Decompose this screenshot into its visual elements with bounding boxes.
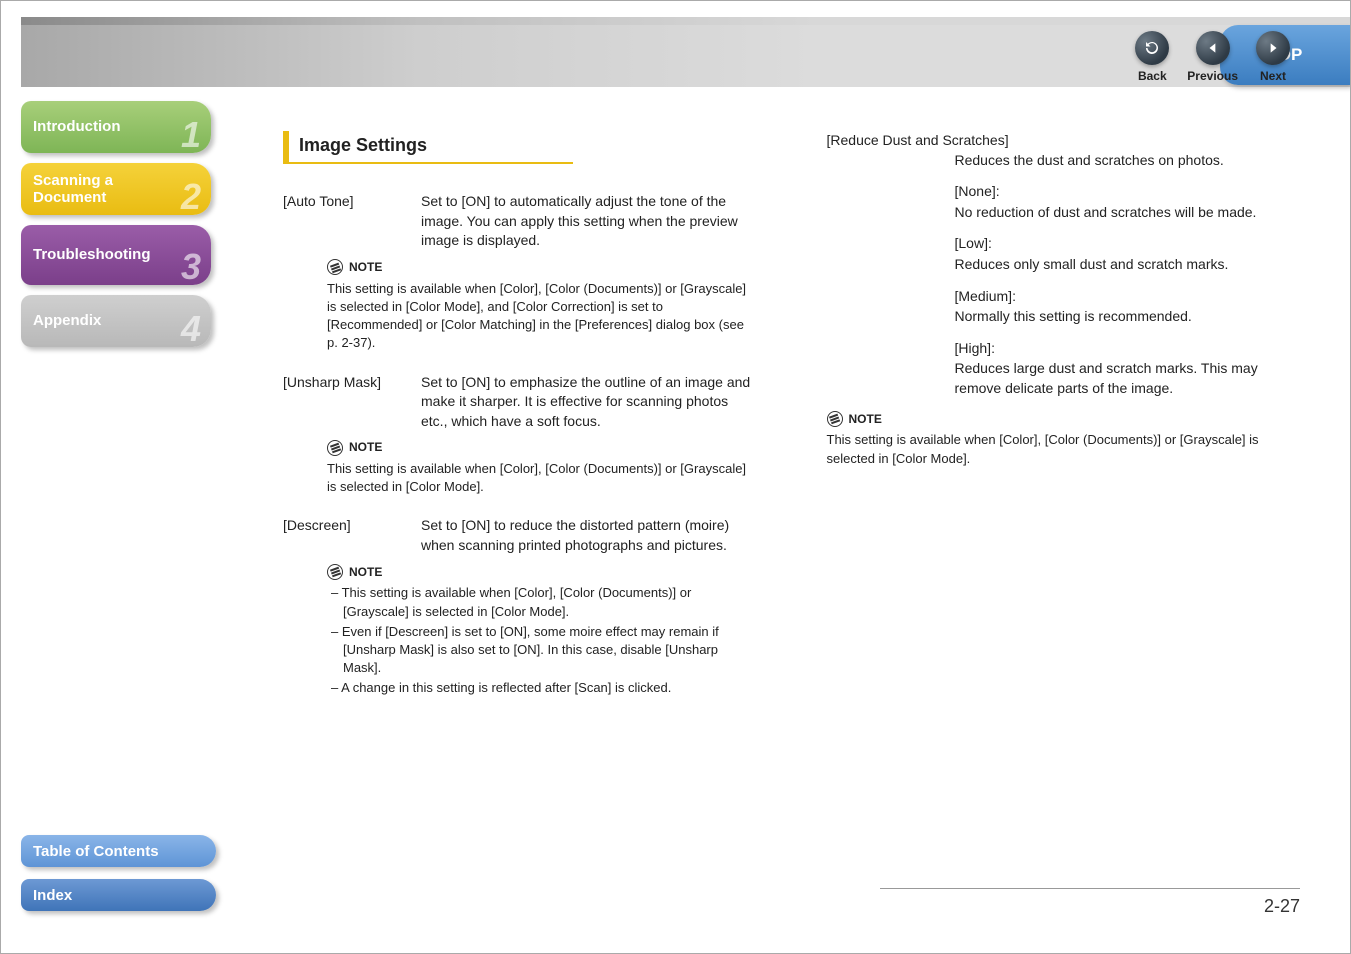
setting-auto-tone: [Auto Tone] Set to [ON] to automatically… (283, 192, 757, 251)
note-body: This setting is available when [Color], … (327, 280, 757, 353)
note-item: Even if [Descreen] is set to [ON], some … (331, 623, 757, 678)
setting-term: [Reduce Dust and Scratches] (827, 131, 1009, 151)
note-label: NOTE (349, 564, 382, 581)
next-button[interactable]: Next (1256, 31, 1290, 83)
bottom-links: Table of Contents Index (21, 835, 221, 923)
next-label: Next (1260, 69, 1286, 83)
note-item: A change in this setting is reflected af… (331, 679, 757, 697)
note-unsharp-mask: NOTE This setting is available when [Col… (327, 439, 757, 496)
setting-desc: Set to [ON] to emphasize the outline of … (421, 373, 757, 432)
sidebar-item-scanning[interactable]: Scanning a Document 2 (21, 163, 211, 215)
sidebar-item-label: Appendix (33, 312, 199, 329)
option-label: [None]: (955, 182, 1301, 202)
note-body: This setting is available when [Color], … (327, 460, 757, 496)
option-desc: Normally this setting is recommended. (955, 307, 1301, 327)
sidebar-item-troubleshooting[interactable]: Troubleshooting 3 (21, 225, 211, 285)
note-label: NOTE (849, 411, 882, 428)
index-label: Index (33, 887, 72, 904)
sidebar: Introduction 1 Scanning a Document 2 Tro… (21, 101, 221, 357)
note-icon (327, 564, 343, 580)
setting-desc: Reduces the dust and scratches on photos… (955, 151, 1301, 171)
option-none: [None]: No reduction of dust and scratch… (955, 182, 1301, 222)
note-list: This setting is available when [Color], … (327, 584, 757, 697)
note-heading: NOTE (827, 411, 1301, 428)
note-icon (327, 440, 343, 456)
option-label: [Low]: (955, 234, 1301, 254)
option-high: [High]: Reduces large dust and scratch m… (955, 339, 1301, 399)
next-icon (1256, 31, 1290, 65)
back-button[interactable]: Back (1135, 31, 1169, 83)
previous-icon (1196, 31, 1230, 65)
note-auto-tone: NOTE This setting is available when [Col… (327, 259, 757, 353)
option-medium: [Medium]: Normally this setting is recom… (955, 287, 1301, 327)
column-right: [Reduce Dust and Scratches] Reduces the … (827, 131, 1301, 883)
option-low: [Low]: Reduces only small dust and scrat… (955, 234, 1301, 274)
sidebar-item-number: 1 (181, 114, 201, 155)
note-body: This setting is available when [Color], … (827, 431, 1301, 467)
sidebar-item-label: Scanning a Document (33, 172, 199, 207)
note-heading: NOTE (327, 564, 757, 581)
sidebar-item-label: Troubleshooting (33, 246, 199, 263)
sidebar-item-number: 2 (181, 176, 201, 217)
back-icon (1135, 31, 1169, 65)
page-number-rule (880, 888, 1300, 889)
sidebar-item-number: 4 (181, 308, 201, 349)
column-left: Image Settings [Auto Tone] Set to [ON] t… (283, 131, 757, 883)
setting-term: [Auto Tone] (283, 192, 411, 251)
sidebar-item-introduction[interactable]: Introduction 1 (21, 101, 211, 153)
sidebar-item-number: 3 (181, 246, 201, 287)
option-label: [Medium]: (955, 287, 1301, 307)
option-desc: No reduction of dust and scratches will … (955, 203, 1301, 223)
top-nav: Back Previous Next (1135, 31, 1290, 83)
previous-button[interactable]: Previous (1187, 31, 1238, 83)
sidebar-item-appendix[interactable]: Appendix 4 (21, 295, 211, 347)
note-reduce-dust: NOTE This setting is available when [Col… (827, 411, 1301, 468)
note-icon (327, 259, 343, 275)
page-number: 2-27 (1264, 896, 1300, 917)
content-area: Image Settings [Auto Tone] Set to [ON] t… (283, 131, 1300, 883)
note-label: NOTE (349, 259, 382, 276)
index-button[interactable]: Index (21, 879, 216, 911)
option-desc: Reduces only small dust and scratch mark… (955, 255, 1301, 275)
note-item: This setting is available when [Color], … (331, 584, 757, 620)
sidebar-item-label: Introduction (33, 118, 199, 135)
toc-button[interactable]: Table of Contents (21, 835, 216, 867)
setting-desc: Set to [ON] to reduce the distorted patt… (421, 516, 757, 555)
note-heading: NOTE (327, 439, 757, 456)
note-heading: NOTE (327, 259, 757, 276)
previous-label: Previous (1187, 69, 1238, 83)
note-icon (827, 411, 843, 427)
setting-term: [Descreen] (283, 516, 411, 555)
option-label: [High]: (955, 339, 1301, 359)
document-page: TOP Back Previous Next Introduction 1 (0, 0, 1351, 954)
setting-unsharp-mask: [Unsharp Mask] Set to [ON] to emphasize … (283, 373, 757, 432)
note-label: NOTE (349, 439, 382, 456)
note-descreen: NOTE This setting is available when [Col… (327, 564, 757, 698)
setting-reduce-dust: [Reduce Dust and Scratches] Reduces the … (827, 131, 1301, 399)
section-heading: Image Settings (283, 131, 573, 164)
toc-label: Table of Contents (33, 843, 159, 860)
back-label: Back (1138, 69, 1167, 83)
setting-term: [Unsharp Mask] (283, 373, 411, 432)
option-desc: Reduces large dust and scratch marks. Th… (955, 359, 1301, 398)
setting-descreen: [Descreen] Set to [ON] to reduce the dis… (283, 516, 757, 555)
setting-desc: Set to [ON] to automatically adjust the … (421, 192, 757, 251)
